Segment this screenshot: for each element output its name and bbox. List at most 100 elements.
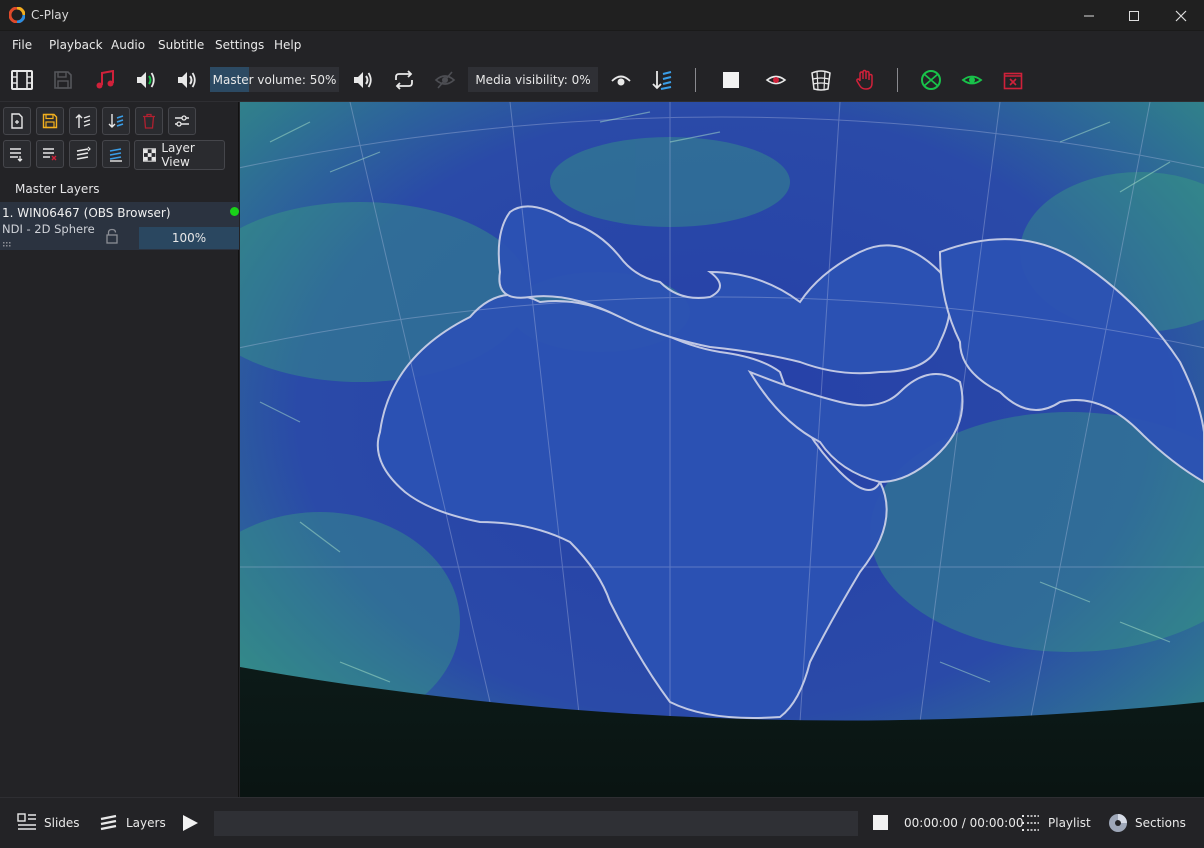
sort-icon	[652, 71, 672, 90]
save-button[interactable]	[48, 65, 78, 95]
stop-button[interactable]	[716, 65, 746, 95]
layer-bottom-button[interactable]	[102, 140, 130, 168]
film-icon	[11, 70, 33, 90]
sphere-mode-button[interactable]	[916, 65, 946, 95]
bottom-bar: Slides Layers 00:00:00 / 00:00:00 Playli…	[0, 797, 1204, 848]
menu-help[interactable]: Help	[274, 38, 301, 52]
layer-type: NDI - 2D Sphere	[2, 222, 95, 236]
toolbar-separator	[897, 68, 898, 92]
remove-layer-button[interactable]	[36, 140, 64, 168]
close-window-button[interactable]	[1158, 0, 1204, 31]
slides-label: Slides	[44, 816, 80, 830]
stop-playback-button[interactable]	[873, 815, 888, 830]
close-icon	[1175, 10, 1187, 21]
close-media-button[interactable]	[998, 65, 1028, 95]
slides-icon	[17, 813, 36, 830]
layer-status-indicator	[230, 207, 239, 216]
preview-button[interactable]	[761, 65, 791, 95]
window-title: C-Play	[31, 8, 69, 22]
layer-view-button[interactable]: Layer View	[134, 140, 225, 170]
eye-icon	[611, 75, 631, 86]
save-layers-button[interactable]	[36, 107, 64, 135]
master-volume-slider[interactable]: Master volume: 50%	[210, 67, 339, 92]
layer-up-icon	[76, 146, 91, 160]
new-layer-button[interactable]	[3, 107, 31, 135]
add-layer-button[interactable]	[3, 140, 31, 168]
speaker-icon	[354, 72, 372, 88]
close-box-icon	[1003, 72, 1023, 90]
eye-outline-icon	[765, 75, 787, 85]
master-volume-label: Master volume: 50%	[212, 72, 337, 87]
delete-layer-button[interactable]	[135, 107, 163, 135]
main-toolbar: Master volume: 50% Media visibility: 0%	[0, 58, 1204, 102]
audio-left-button[interactable]	[131, 65, 161, 95]
layer-name: 1. WIN06467 (OBS Browser)	[2, 206, 171, 220]
move-layer-up-button[interactable]	[69, 107, 97, 135]
menu-audio[interactable]: Audio	[111, 38, 145, 52]
sort-layers-button[interactable]	[647, 65, 677, 95]
playlist-button[interactable]: Playlist	[1021, 810, 1091, 836]
lock-icon[interactable]	[105, 228, 119, 244]
maximize-button[interactable]	[1111, 0, 1157, 31]
dome-projection-image	[240, 102, 1204, 797]
app-logo-icon	[9, 7, 25, 23]
repeat-button[interactable]	[389, 65, 419, 95]
sections-label: Sections	[1135, 816, 1186, 830]
audio-right-icon	[178, 72, 196, 88]
layer-opacity-slider[interactable]: 100%	[139, 227, 239, 249]
move-up-icon	[75, 114, 91, 128]
menu-playback[interactable]: Playback	[49, 38, 103, 52]
master-layers-title: Master Layers	[15, 182, 100, 196]
media-viewport[interactable]	[240, 102, 1204, 797]
media-visibility-slider[interactable]: Media visibility: 0%	[468, 67, 598, 92]
layer-add-icon	[10, 148, 23, 162]
layers-sidebar: Layer View Master Layers 1. WIN06467 (OB…	[0, 102, 239, 797]
layer-top-button[interactable]	[69, 140, 97, 168]
show-media-button[interactable]	[606, 65, 636, 95]
drag-handle-icon[interactable]	[3, 242, 12, 248]
move-layer-down-button[interactable]	[102, 107, 130, 135]
layer-remove-icon	[43, 148, 57, 161]
layers-button[interactable]: Layers	[99, 810, 166, 836]
hand-tool-button[interactable]	[850, 65, 880, 95]
visibility-off-button[interactable]	[430, 65, 460, 95]
menu-bar: File Playback Audio Subtitle Settings He…	[0, 31, 1204, 58]
audio-left-icon	[137, 72, 155, 88]
grid-dome-icon	[811, 70, 831, 91]
seek-bar[interactable]	[214, 811, 858, 836]
repeat-icon	[395, 70, 413, 90]
menu-subtitle[interactable]: Subtitle	[158, 38, 204, 52]
stop-icon	[723, 72, 739, 88]
checker-view-icon	[143, 148, 157, 162]
audio-right-button[interactable]	[172, 65, 202, 95]
visibility-on-button[interactable]	[957, 65, 987, 95]
play-button[interactable]	[181, 810, 199, 836]
minimize-button[interactable]	[1066, 0, 1112, 31]
settings-sliders-icon	[175, 115, 189, 127]
menu-settings[interactable]: Settings	[215, 38, 264, 52]
title-bar: C-Play	[0, 0, 1204, 31]
media-visibility-label: Media visibility: 0%	[475, 72, 591, 87]
hand-icon	[856, 69, 873, 90]
layer-opacity-value: 100%	[171, 231, 207, 245]
music-note-icon	[96, 70, 114, 89]
play-icon	[183, 815, 198, 831]
delete-icon	[143, 113, 155, 129]
open-media-button[interactable]	[7, 65, 37, 95]
sections-button[interactable]: Sections	[1108, 810, 1186, 836]
audio-track-button[interactable]	[90, 65, 120, 95]
layers-label: Layers	[126, 816, 166, 830]
menu-file[interactable]: File	[12, 38, 32, 52]
layer-list-item[interactable]: 1. WIN06467 (OBS Browser) NDI - 2D Spher…	[0, 202, 239, 250]
volume-button[interactable]	[348, 65, 378, 95]
disc-icon	[1109, 814, 1127, 832]
new-file-icon	[11, 113, 23, 129]
move-down-icon	[108, 114, 124, 128]
toolbar-separator	[695, 68, 696, 92]
save-disabled-icon	[54, 71, 72, 89]
dome-grid-button[interactable]	[806, 65, 836, 95]
minimize-icon	[1084, 15, 1094, 16]
layer-settings-button[interactable]	[168, 107, 196, 135]
slides-button[interactable]: Slides	[17, 810, 80, 836]
layers-icon	[100, 814, 117, 831]
